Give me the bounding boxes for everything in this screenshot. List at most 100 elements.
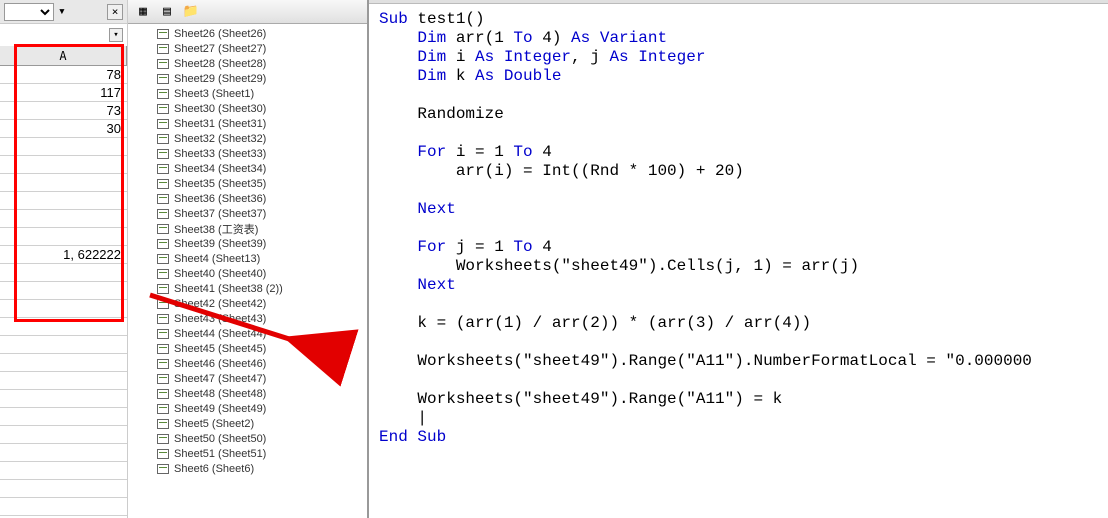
cell-row[interactable] xyxy=(0,192,127,210)
tree-item[interactable]: Sheet38 (工资表) xyxy=(128,221,367,236)
tree-item[interactable]: Sheet40 (Sheet40) xyxy=(128,266,367,281)
cell[interactable] xyxy=(0,336,127,353)
cell[interactable] xyxy=(0,426,127,443)
cells-area[interactable]: 781177330 1, 622222 xyxy=(0,66,127,516)
cell-row[interactable] xyxy=(0,354,127,372)
name-box[interactable] xyxy=(4,3,54,21)
sheet-icon xyxy=(156,43,170,55)
cell[interactable]: 30 xyxy=(0,120,127,137)
cell[interactable] xyxy=(0,228,127,245)
cell-row[interactable] xyxy=(0,480,127,498)
sheet-icon xyxy=(156,223,170,235)
tree-list[interactable]: Sheet26 (Sheet26)Sheet27 (Sheet27)Sheet2… xyxy=(128,24,367,518)
tree-item[interactable]: Sheet3 (Sheet1) xyxy=(128,86,367,101)
cell-row[interactable] xyxy=(0,372,127,390)
tree-item-label: Sheet44 (Sheet44) xyxy=(174,328,266,340)
tree-item[interactable]: Sheet35 (Sheet35) xyxy=(128,176,367,191)
cell[interactable] xyxy=(0,138,127,155)
tree-item[interactable]: Sheet36 (Sheet36) xyxy=(128,191,367,206)
cell-row[interactable] xyxy=(0,282,127,300)
cell[interactable] xyxy=(0,174,127,191)
tree-item-label: Sheet47 (Sheet47) xyxy=(174,373,266,385)
tree-item[interactable]: Sheet26 (Sheet26) xyxy=(128,26,367,41)
close-pane-button[interactable]: × xyxy=(107,4,123,20)
tree-item[interactable]: Sheet29 (Sheet29) xyxy=(128,71,367,86)
cell-row[interactable] xyxy=(0,390,127,408)
cell[interactable]: 73 xyxy=(0,102,127,119)
cell-row[interactable] xyxy=(0,462,127,480)
cell-row[interactable]: 30 xyxy=(0,120,127,138)
sheet-icon xyxy=(156,313,170,325)
cell-row[interactable]: 117 xyxy=(0,84,127,102)
cell[interactable] xyxy=(0,498,127,515)
cell-row[interactable] xyxy=(0,300,127,318)
mini-dropdown[interactable]: ▾ xyxy=(109,28,123,42)
sheet-icon xyxy=(156,73,170,85)
cell-row[interactable] xyxy=(0,174,127,192)
code-editor[interactable]: Sub test1() Dim arr(1 To 4) As Variant D… xyxy=(369,4,1108,518)
folder-icon[interactable]: 📁 xyxy=(182,3,200,21)
cell-row[interactable] xyxy=(0,264,127,282)
tree-item[interactable]: Sheet50 (Sheet50) xyxy=(128,431,367,446)
tree-item[interactable]: Sheet28 (Sheet28) xyxy=(128,56,367,71)
cell[interactable]: 78 xyxy=(0,66,127,83)
tree-item[interactable]: Sheet46 (Sheet46) xyxy=(128,356,367,371)
cell[interactable] xyxy=(0,282,127,299)
cell-row[interactable] xyxy=(0,336,127,354)
tree-item[interactable]: Sheet5 (Sheet2) xyxy=(128,416,367,431)
cell[interactable] xyxy=(0,264,127,281)
tree-item[interactable]: Sheet48 (Sheet48) xyxy=(128,386,367,401)
sheet-icon xyxy=(156,358,170,370)
tree-item[interactable]: Sheet32 (Sheet32) xyxy=(128,131,367,146)
cell-row[interactable] xyxy=(0,408,127,426)
tree-item[interactable]: Sheet44 (Sheet44) xyxy=(128,326,367,341)
tree-item-label: Sheet30 (Sheet30) xyxy=(174,103,266,115)
cell-row[interactable] xyxy=(0,444,127,462)
cell-row[interactable]: 73 xyxy=(0,102,127,120)
cell[interactable] xyxy=(0,156,127,173)
cell-row[interactable] xyxy=(0,498,127,516)
tree-item[interactable]: Sheet43 (Sheet43) xyxy=(128,311,367,326)
cell[interactable] xyxy=(0,462,127,479)
tree-item[interactable]: Sheet34 (Sheet34) xyxy=(128,161,367,176)
tree-item-label: Sheet33 (Sheet33) xyxy=(174,148,266,160)
cell-row[interactable] xyxy=(0,210,127,228)
tree-item[interactable]: Sheet4 (Sheet13) xyxy=(128,251,367,266)
tree-item[interactable]: Sheet47 (Sheet47) xyxy=(128,371,367,386)
cell-row[interactable] xyxy=(0,426,127,444)
cell[interactable] xyxy=(0,318,127,335)
cell-row[interactable] xyxy=(0,138,127,156)
tree-item[interactable]: Sheet27 (Sheet27) xyxy=(128,41,367,56)
cell[interactable] xyxy=(0,192,127,209)
cell[interactable] xyxy=(0,372,127,389)
cell[interactable]: 1, 622222 xyxy=(0,246,127,263)
cell[interactable] xyxy=(0,444,127,461)
cell-row[interactable] xyxy=(0,156,127,174)
cell[interactable] xyxy=(0,210,127,227)
tree-item[interactable]: Sheet6 (Sheet6) xyxy=(128,461,367,476)
cell[interactable] xyxy=(0,480,127,497)
cell[interactable]: 117 xyxy=(0,84,127,101)
cell-row[interactable] xyxy=(0,318,127,336)
cell[interactable] xyxy=(0,408,127,425)
tree-item[interactable]: Sheet37 (Sheet37) xyxy=(128,206,367,221)
tree-item[interactable]: Sheet45 (Sheet45) xyxy=(128,341,367,356)
tree-item[interactable]: Sheet41 (Sheet38 (2)) xyxy=(128,281,367,296)
tree-item[interactable]: Sheet33 (Sheet33) xyxy=(128,146,367,161)
view-code-icon[interactable]: ▦ xyxy=(134,3,152,21)
cell[interactable] xyxy=(0,354,127,371)
tree-item[interactable]: Sheet49 (Sheet49) xyxy=(128,401,367,416)
column-header-a[interactable]: A xyxy=(0,46,127,65)
cell[interactable] xyxy=(0,300,127,317)
sheet-icon xyxy=(156,373,170,385)
tree-item[interactable]: Sheet51 (Sheet51) xyxy=(128,446,367,461)
tree-item[interactable]: Sheet30 (Sheet30) xyxy=(128,101,367,116)
cell-row[interactable] xyxy=(0,228,127,246)
cell-row[interactable]: 1, 622222 xyxy=(0,246,127,264)
tree-item[interactable]: Sheet31 (Sheet31) xyxy=(128,116,367,131)
cell-row[interactable]: 78 xyxy=(0,66,127,84)
tree-item[interactable]: Sheet39 (Sheet39) xyxy=(128,236,367,251)
view-object-icon[interactable]: ▤ xyxy=(158,3,176,21)
cell[interactable] xyxy=(0,390,127,407)
tree-item[interactable]: Sheet42 (Sheet42) xyxy=(128,296,367,311)
